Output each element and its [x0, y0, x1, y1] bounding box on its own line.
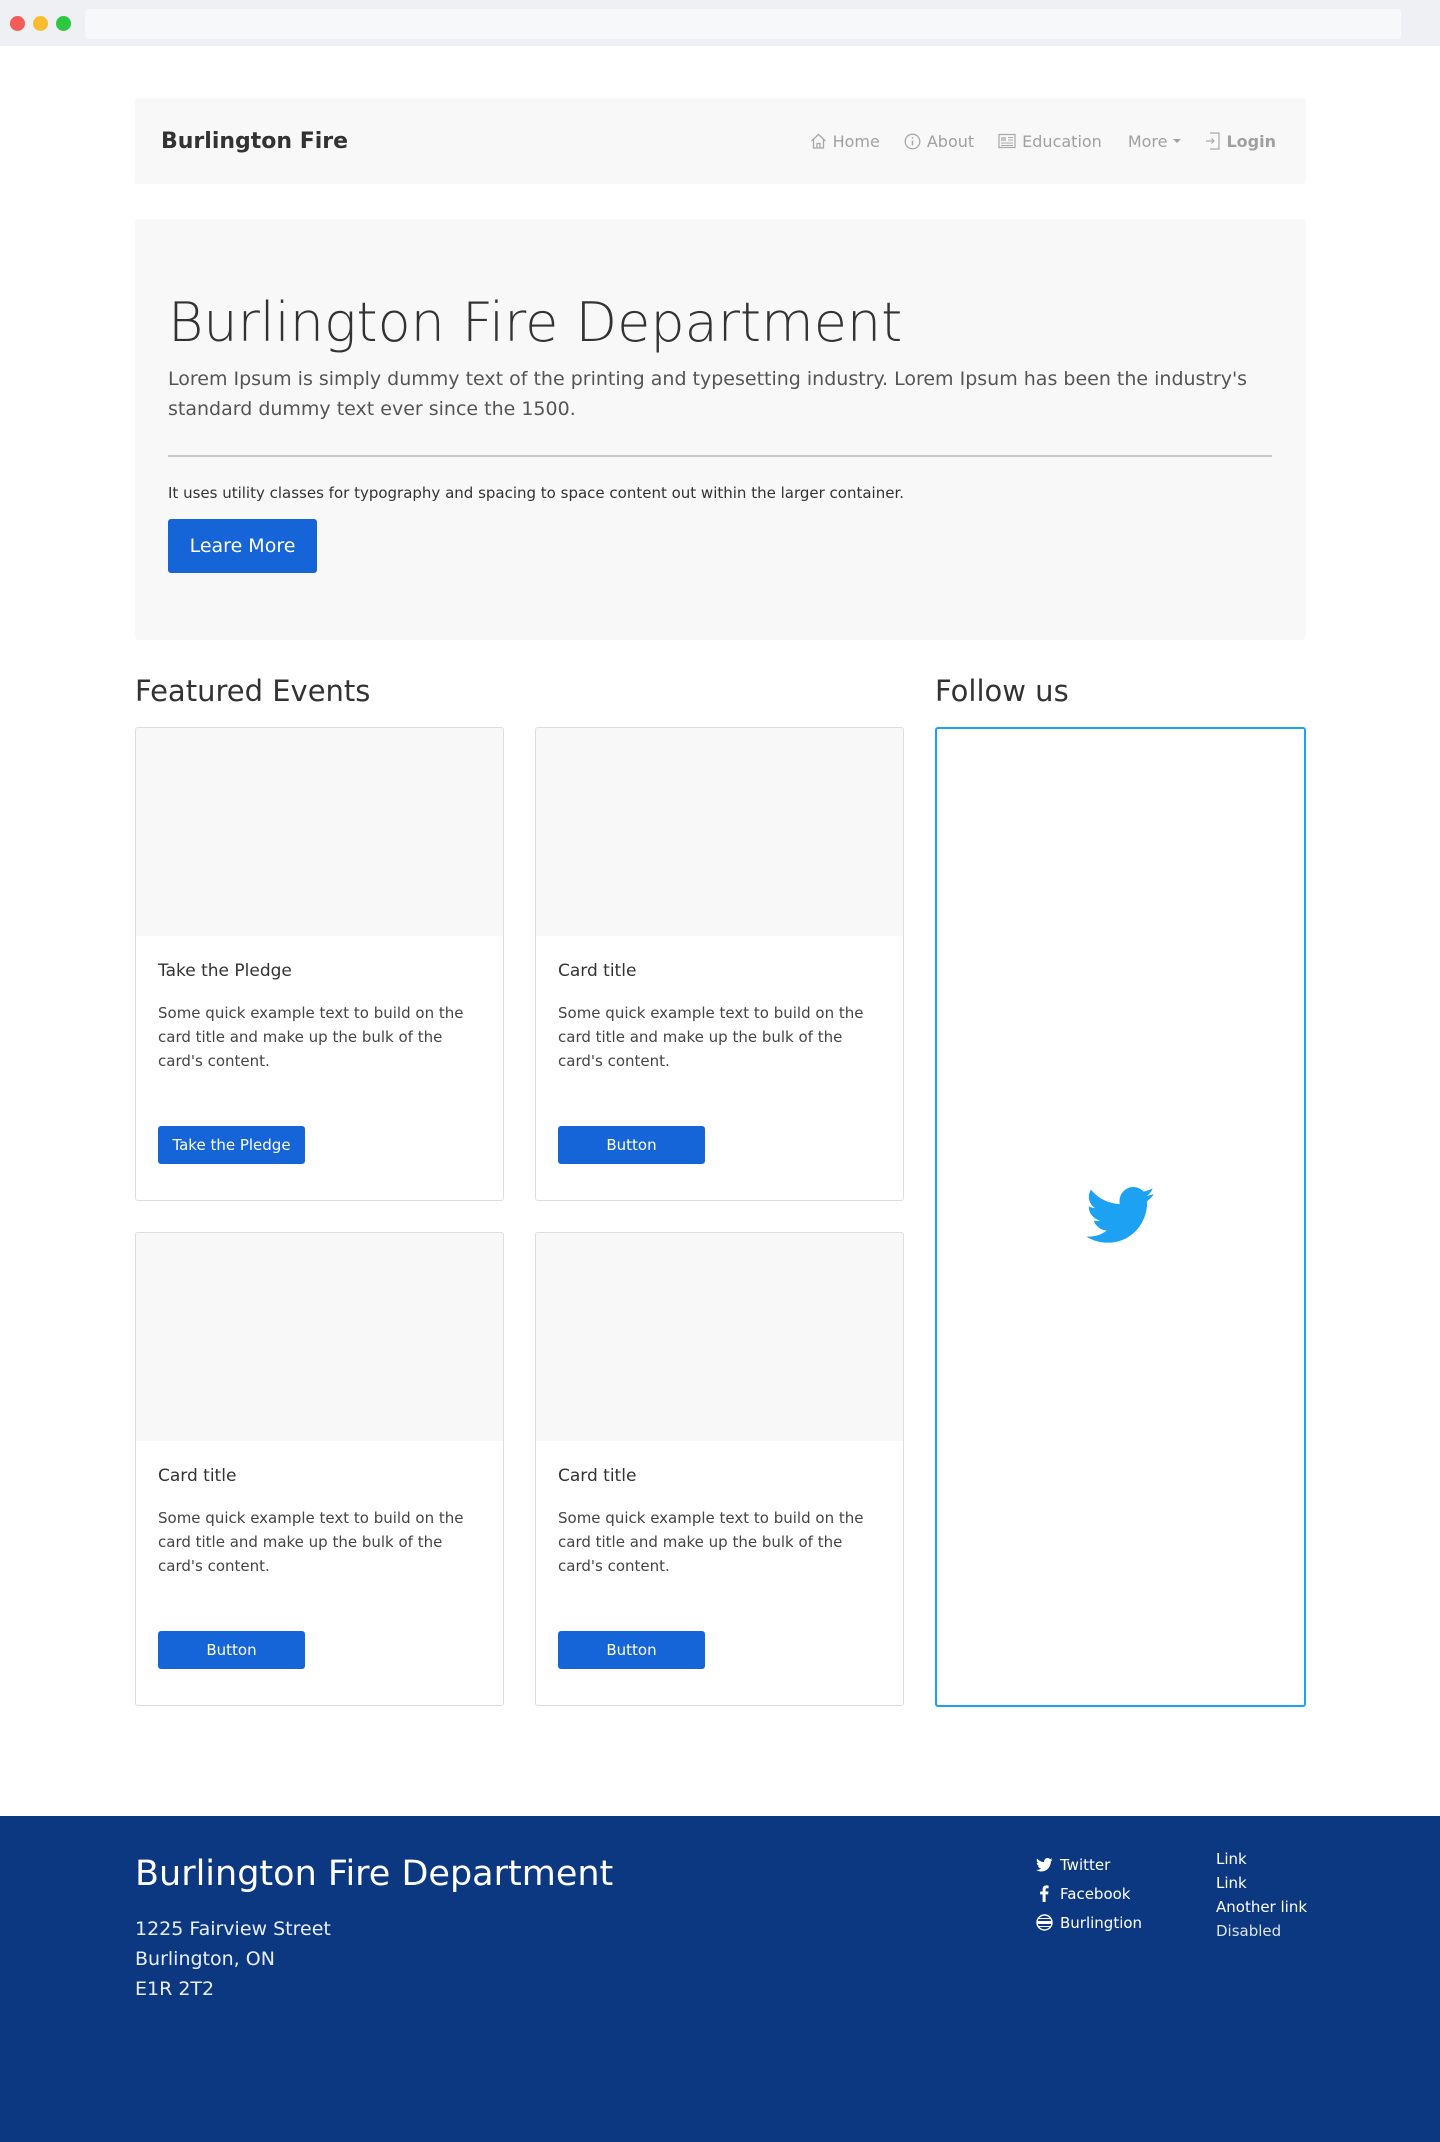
footer-link-disabled: Disabled — [1216, 1922, 1282, 1940]
login-icon — [1206, 132, 1221, 150]
take-the-pledge-button[interactable]: Take the Pledge — [158, 1126, 305, 1164]
home-icon — [810, 133, 826, 149]
card-title: Card title — [158, 1466, 237, 1486]
nav-item-home-label: Home — [832, 131, 880, 151]
address-bar[interactable] — [85, 9, 1401, 39]
nav-item-more-label: More — [1127, 131, 1168, 151]
learn-more-button[interactable]: Leare More — [168, 519, 317, 573]
social-link-twitter-label: Twitter — [1060, 1855, 1111, 1874]
navbar: Burlington Fire Home About Education Mor… — [135, 98, 1306, 184]
footer-link[interactable]: Link — [1216, 1850, 1307, 1874]
card-image-placeholder — [536, 728, 903, 936]
card-text: Some quick example text to build on the … — [558, 1004, 864, 1070]
browser-chrome — [0, 0, 1440, 46]
newspaper-icon — [998, 133, 1016, 149]
globe-icon — [1036, 1914, 1053, 1931]
card-button[interactable]: Button — [558, 1126, 705, 1164]
card-text: Some quick example text to build on the … — [158, 1004, 464, 1070]
nav-item-login-label: Login — [1226, 131, 1276, 151]
card-text: Some quick example text to build on the … — [558, 1509, 864, 1575]
nav-item-education[interactable]: Education — [998, 132, 1102, 151]
card-image-placeholder — [136, 1233, 503, 1441]
twitter-feed-panel[interactable] — [935, 727, 1306, 1707]
nav-item-education-label: Education — [1022, 131, 1102, 151]
footer-link-another[interactable]: Another link — [1216, 1898, 1307, 1922]
maximize-window-dot[interactable] — [56, 16, 71, 31]
social-link-facebook[interactable]: Facebook — [1036, 1879, 1142, 1908]
twitter-icon — [1036, 1857, 1053, 1871]
card-image-placeholder — [536, 1233, 903, 1441]
card-title: Card title — [558, 1466, 637, 1486]
minimize-window-dot[interactable] — [33, 16, 48, 31]
social-links: Twitter Facebook Burlingtion — [1036, 1850, 1142, 1937]
nav-item-more-dropdown[interactable]: More — [1128, 132, 1182, 151]
facebook-icon — [1040, 1885, 1049, 1902]
nav-item-about-label: About — [926, 131, 975, 151]
close-window-dot[interactable] — [10, 16, 25, 31]
address-line-street: 1225 Fairview Street — [135, 1918, 331, 1940]
footer-links: Link Link Another link Disabled — [1216, 1850, 1307, 1946]
twitter-bird-icon — [1086, 1187, 1155, 1243]
card-text: Some quick example text to build on the … — [158, 1509, 464, 1575]
social-link-website[interactable]: Burlingtion — [1036, 1908, 1142, 1937]
card-image-placeholder — [136, 728, 503, 936]
event-card: Card title Some quick example text to bu… — [535, 1232, 904, 1706]
card-title: Take the Pledge — [158, 961, 292, 981]
nav-item-home[interactable]: Home — [810, 132, 880, 151]
nav-item-login[interactable]: Login — [1205, 132, 1276, 151]
social-link-twitter[interactable]: Twitter — [1036, 1850, 1142, 1879]
footer-title: Burlington Fire Department — [135, 1854, 614, 1894]
event-card: Card title Some quick example text to bu… — [135, 1232, 504, 1706]
card-button[interactable]: Button — [558, 1631, 705, 1669]
follow-us-heading: Follow us — [935, 674, 1069, 708]
event-card: Take the Pledge Some quick example text … — [135, 727, 504, 1201]
info-icon — [904, 133, 921, 149]
footer-link[interactable]: Link — [1216, 1874, 1307, 1898]
hero-divider — [168, 455, 1272, 457]
nav-item-about[interactable]: About — [904, 132, 974, 151]
event-card: Card title Some quick example text to bu… — [535, 727, 904, 1201]
card-title: Card title — [558, 961, 637, 981]
nav-menu: Home About Education More Login — [786, 98, 1276, 184]
hero-jumbotron: Burlington Fire Department Lorem Ipsum i… — [135, 219, 1306, 640]
social-link-facebook-label: Facebook — [1060, 1884, 1131, 1903]
hero-text: It uses utility classes for typography a… — [168, 484, 904, 502]
social-link-website-label: Burlingtion — [1060, 1913, 1143, 1932]
navbar-brand[interactable]: Burlington Fire — [161, 129, 348, 154]
address-line-postal: E1R 2T2 — [135, 1978, 215, 2000]
hero-lead: Lorem Ipsum is simply dummy text of the … — [168, 368, 1248, 420]
site-footer: Burlington Fire Department 1225 Fairview… — [0, 1816, 1440, 2142]
featured-events-heading: Featured Events — [135, 674, 371, 708]
hero-title: Burlington Fire Department — [168, 291, 903, 354]
address-line-city: Burlington, ON — [135, 1948, 275, 1970]
caret-down-icon — [1173, 139, 1182, 143]
card-button[interactable]: Button — [158, 1631, 305, 1669]
footer-address: 1225 Fairview Street Burlington, ON E1R … — [135, 1914, 331, 2004]
